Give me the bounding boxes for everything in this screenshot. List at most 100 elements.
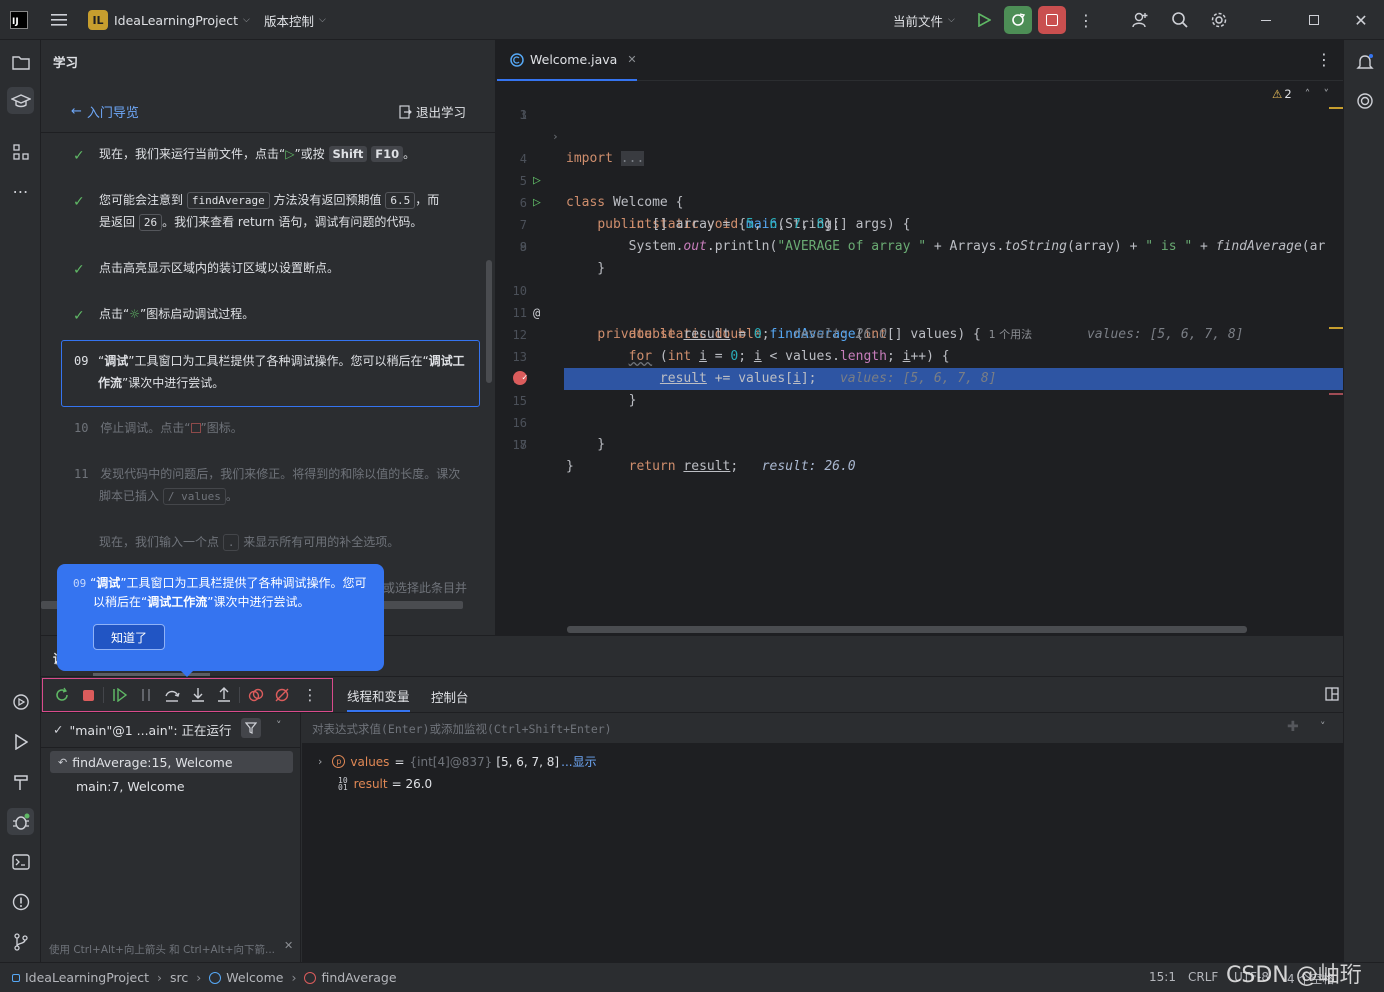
editor-tab-welcome[interactable]: Welcome.java ✕ (497, 40, 637, 81)
step-out-icon[interactable] (213, 684, 235, 706)
tab-console[interactable]: 控制台 (431, 680, 469, 712)
code-chip: / values (162, 488, 226, 505)
git-branch-icon[interactable] (7, 928, 34, 955)
code-chip: 26 (138, 214, 163, 231)
resume-icon[interactable] (109, 684, 131, 706)
thread-selector[interactable]: ✓ "main"@1 ...ain": 正在运行 (53, 720, 232, 739)
toolbar-separator (103, 687, 104, 703)
warning-stripe-mark[interactable] (1329, 107, 1343, 109)
line-number: 3 (519, 108, 527, 122)
more-actions-icon[interactable]: ⋮ (1076, 0, 1096, 40)
run-config-label: 当前文件 (893, 13, 944, 29)
app-logo-icon[interactable]: IJ (10, 0, 28, 40)
project-folder-icon[interactable] (7, 48, 34, 75)
breakpoint-stripe-mark[interactable] (1329, 393, 1343, 395)
tab-threads-variables[interactable]: 线程和变量 (347, 680, 410, 712)
variable-row-result[interactable]: 10 01 result = 26.0 (338, 777, 433, 792)
frame-item[interactable]: main:7, Welcome (76, 779, 185, 794)
step-number: 11 (74, 467, 89, 481)
project-selector[interactable]: IL IdeaLearningProject ⌵ (88, 0, 250, 40)
return-arrow-icon: ↶ (58, 755, 68, 769)
more-tools-icon[interactable]: ⋯ (7, 178, 34, 205)
exit-icon (399, 104, 412, 119)
code-line-current: 15 ✓ return result; result: 26.0 (497, 368, 1343, 474)
code-line: 14 } (497, 346, 1343, 408)
expand-chevron-icon[interactable]: › (318, 755, 322, 768)
build-hammer-icon[interactable] (7, 768, 34, 795)
breadcrumb-item[interactable]: Welcome (226, 970, 283, 985)
breadcrumb-item[interactable]: src (170, 970, 188, 985)
variable-name: result (353, 777, 388, 791)
chevron-down-icon: ⌵ (319, 15, 326, 25)
problems-icon[interactable] (7, 888, 34, 915)
terminal-icon[interactable] (7, 848, 34, 875)
chevron-down-icon[interactable]: ˅ (276, 719, 282, 732)
editor-horizontal-scrollbar[interactable] (567, 626, 1247, 633)
line-separator[interactable]: CRLF (1188, 970, 1218, 984)
minimize-icon[interactable] (1257, 0, 1275, 40)
step-run-file: ✓ 现在，我们来运行当前文件，点击“▷”或按 Shift F10。 (73, 143, 473, 165)
run-config-selector[interactable]: 当前文件 ⌵ (893, 0, 955, 40)
stop-icon[interactable] (77, 684, 99, 706)
rerun-icon[interactable] (51, 684, 73, 706)
main-menu-icon[interactable] (48, 0, 70, 40)
search-icon[interactable] (1168, 0, 1192, 40)
code-line: 18 (497, 434, 1343, 456)
services-icon[interactable] (7, 688, 34, 715)
maximize-icon[interactable] (1305, 0, 1323, 40)
show-more-link[interactable]: ...显示 (561, 753, 596, 770)
variable-row-values[interactable]: › p values = {int[4]@837} [5, 6, 7, 8] .… (318, 753, 597, 770)
pause-icon[interactable] (135, 684, 157, 706)
popup-bold: 调试 (96, 576, 121, 590)
run-tool-icon[interactable] (7, 728, 34, 755)
editor-more-icon[interactable]: ⋮ (1316, 50, 1332, 69)
structure-icon[interactable] (7, 138, 34, 165)
chevron-down-icon[interactable]: ˅ (1320, 720, 1326, 733)
got-it-button[interactable]: 知道了 (93, 624, 165, 650)
run-button[interactable] (973, 0, 995, 40)
code-line: 5 ▷ public static void main(String[] arg… (497, 148, 1343, 232)
filter-icon[interactable] (241, 718, 261, 738)
debug-toolbar: ⋮ (51, 684, 331, 706)
variable-value: = 26.0 (391, 777, 433, 791)
left-tool-strip: ⋯ (0, 40, 41, 962)
close-tab-icon[interactable]: ✕ (627, 53, 636, 66)
more-icon[interactable]: ⋮ (299, 684, 321, 706)
learn-scrollbar[interactable] (486, 260, 492, 383)
shortcut-key: Shift (328, 146, 368, 162)
add-watch-icon[interactable]: ✚ (1287, 719, 1299, 735)
learn-icon[interactable] (7, 87, 34, 114)
frame-item-selected[interactable]: ↶ findAverage:15, Welcome (50, 751, 293, 773)
evaluate-expression-field[interactable]: 对表达式求值(Enter)或添加监视(Ctrl+Shift+Enter) ✚ ˅ (302, 713, 1343, 744)
popup-text: 以稍后在“ (93, 595, 148, 609)
layout-settings-icon[interactable] (1325, 687, 1339, 704)
notifications-bell-icon[interactable] (1351, 48, 1378, 75)
divider (41, 747, 301, 748)
step-text: 是返回 (99, 215, 136, 229)
back-to-onboarding-link[interactable]: ← 入门导览 (71, 102, 139, 121)
stop-button[interactable] (1038, 6, 1066, 34)
frames-pane: ✓ "main"@1 ...ain": 正在运行 ˅ ↶ findAverage… (41, 713, 301, 963)
step-text: 点击“ (99, 307, 130, 321)
add-user-icon[interactable] (1128, 0, 1152, 40)
breadcrumb-item[interactable]: findAverage (321, 970, 396, 985)
view-breakpoints-icon[interactable] (245, 684, 267, 706)
step-over-icon[interactable] (161, 684, 183, 706)
rerun-debug-button[interactable] (1004, 6, 1032, 34)
breadcrumb-item[interactable]: IdeaLearningProject (25, 970, 149, 985)
close-window-icon[interactable]: ✕ (1352, 0, 1370, 40)
debug-bug-icon[interactable] (7, 808, 34, 835)
exit-learning-button[interactable]: 退出学习 (399, 102, 466, 121)
settings-gear-icon[interactable] (1207, 0, 1231, 40)
caret-position[interactable]: 15:1 (1149, 970, 1176, 984)
step-text: ”图标。 (200, 421, 243, 435)
ai-assistant-icon[interactable] (1351, 87, 1378, 114)
warning-stripe-mark[interactable] (1329, 327, 1343, 329)
popup-bold: 调试工作流 (147, 595, 208, 609)
project-name: IdeaLearningProject (114, 12, 239, 28)
mute-breakpoints-icon[interactable] (271, 684, 293, 706)
step-into-icon[interactable] (187, 684, 209, 706)
vcs-menu[interactable]: 版本控制 ⌵ (264, 0, 326, 40)
close-hint-icon[interactable]: ✕ (284, 939, 293, 952)
java-class-icon (209, 971, 222, 984)
